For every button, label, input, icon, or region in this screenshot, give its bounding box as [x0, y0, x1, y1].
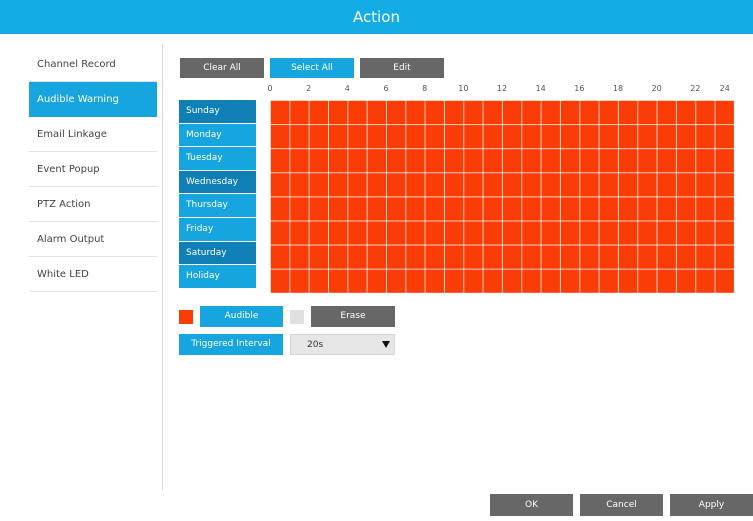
hour-label: 20 — [651, 84, 662, 93]
ok-button[interactable]: OK — [490, 494, 573, 516]
day-labels: Sunday Monday Tuesday Wednesday Thursday… — [179, 100, 256, 289]
select-all-button[interactable]: Select All — [270, 58, 354, 78]
hour-label: 16 — [574, 84, 585, 93]
clear-all-button[interactable]: Clear All — [180, 58, 264, 78]
day-label-saturday[interactable]: Saturday — [179, 241, 256, 266]
cancel-button[interactable]: Cancel — [580, 494, 663, 516]
schedule-grid[interactable] — [270, 100, 734, 293]
day-label-friday[interactable]: Friday — [179, 217, 256, 242]
hour-label: 18 — [612, 84, 624, 93]
hour-label: 8 — [422, 84, 428, 93]
erase-button[interactable]: Erase — [311, 306, 395, 327]
hour-label: 12 — [496, 84, 508, 93]
day-label-wednesday[interactable]: Wednesday — [179, 170, 256, 195]
sidebar-item-event-popup[interactable]: Event Popup — [29, 152, 157, 187]
day-label-tuesday[interactable]: Tuesday — [179, 147, 256, 171]
day-label-monday[interactable]: Monday — [179, 123, 256, 148]
edit-button[interactable]: Edit — [360, 58, 444, 78]
sidebar-item-alarm-output[interactable]: Alarm Output — [29, 222, 157, 257]
title-bar: Action — [0, 0, 753, 34]
apply-button[interactable]: Apply — [670, 494, 753, 516]
hour-label: 0 — [267, 84, 273, 93]
audible-color-swatch — [179, 310, 193, 324]
sidebar-item-channel-record[interactable]: Channel Record — [29, 47, 157, 82]
hour-label: 22 — [690, 84, 701, 93]
hour-label: 10 — [458, 84, 469, 93]
hour-axis: 0 2 4 6 8 10 12 14 16 18 20 22 24 — [267, 84, 734, 96]
hour-label: 2 — [306, 84, 312, 93]
hour-label: 24 — [719, 84, 730, 93]
triggered-interval-value: 20s — [307, 340, 324, 350]
erase-color-swatch — [290, 310, 304, 324]
day-label-holiday[interactable]: Holiday — [179, 265, 256, 289]
dropdown-arrow-icon — [382, 341, 390, 348]
window-title: Action — [353, 8, 400, 26]
sidebar-item-ptz-action[interactable]: PTZ Action — [29, 187, 157, 222]
day-label-thursday[interactable]: Thursday — [179, 194, 256, 218]
triggered-interval-select[interactable]: 20s — [290, 334, 395, 355]
hour-label: 6 — [383, 84, 389, 93]
hour-label: 14 — [535, 84, 546, 93]
sidebar-divider — [162, 44, 163, 490]
hour-label: 4 — [344, 84, 350, 93]
sidebar-item-audible-warning[interactable]: Audible Warning — [29, 82, 157, 117]
triggered-interval-label: Triggered Interval — [179, 334, 283, 355]
sidebar-item-email-linkage[interactable]: Email Linkage — [29, 117, 157, 152]
sidebar: Channel Record Audible Warning Email Lin… — [29, 47, 157, 292]
day-label-sunday[interactable]: Sunday — [179, 100, 256, 124]
audible-button[interactable]: Audible — [200, 306, 283, 327]
sidebar-item-white-led[interactable]: White LED — [29, 257, 157, 292]
